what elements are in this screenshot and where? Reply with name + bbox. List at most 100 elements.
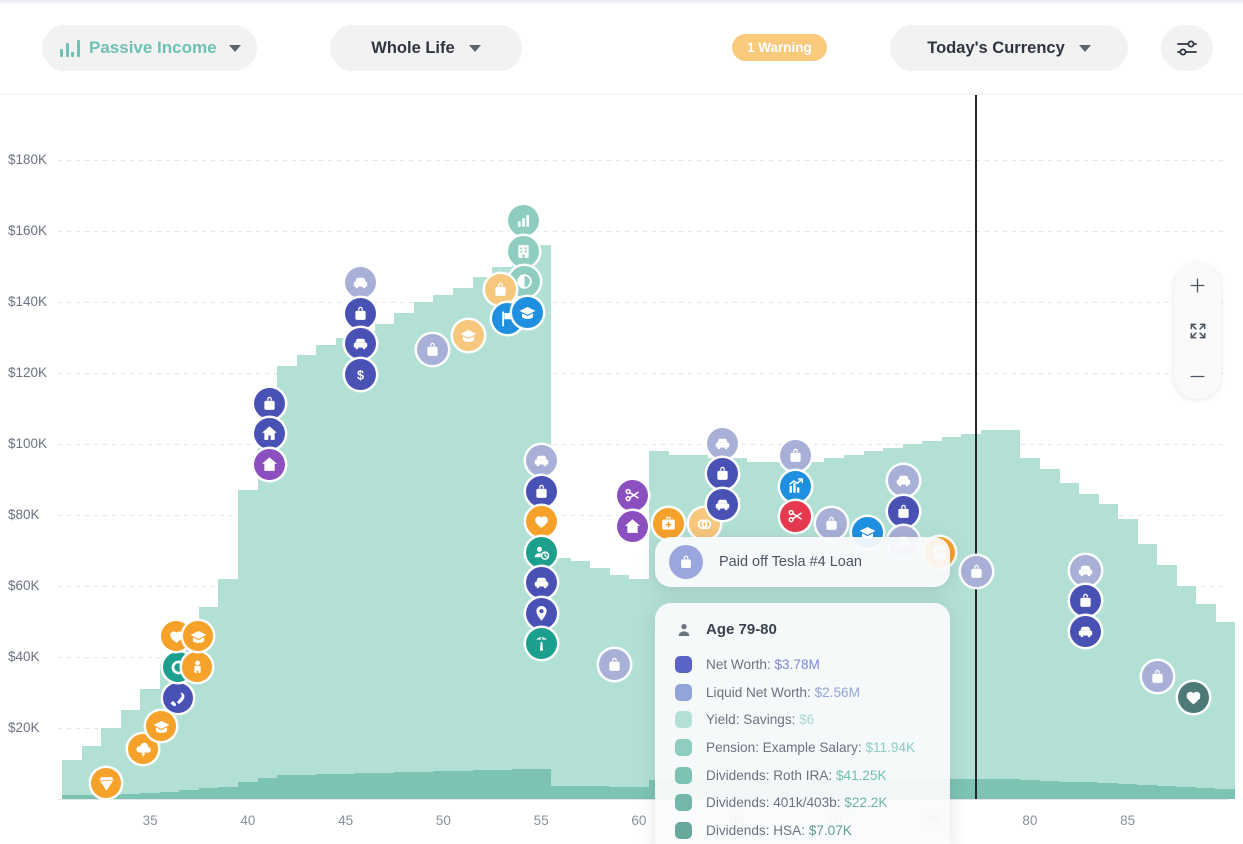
zoom-out-button[interactable]: [1178, 356, 1218, 396]
event-marker[interactable]: [961, 556, 992, 587]
event-marker[interactable]: [345, 267, 376, 298]
event-marker[interactable]: [1070, 555, 1101, 586]
settings-button[interactable]: [1161, 25, 1213, 71]
event-marker[interactable]: [526, 506, 557, 537]
currency-selector[interactable]: Today's Currency: [890, 25, 1128, 71]
event-marker[interactable]: [182, 652, 212, 682]
pin-icon: [532, 604, 551, 623]
bar[interactable]: [62, 760, 82, 799]
bar[interactable]: [551, 558, 571, 799]
bar[interactable]: [1098, 504, 1118, 799]
event-marker[interactable]: [888, 496, 919, 527]
fit-to-screen-button[interactable]: [1178, 311, 1218, 351]
bar[interactable]: [1040, 469, 1060, 799]
bar[interactable]: [433, 295, 453, 799]
bar[interactable]: [609, 575, 629, 799]
scenario-selector[interactable]: Whole Life: [330, 25, 522, 71]
legend-swatch: [675, 711, 692, 728]
bar-segment: [179, 790, 199, 799]
bar[interactable]: [414, 302, 434, 799]
bar-segment: [160, 792, 180, 799]
event-marker[interactable]: [617, 480, 648, 511]
event-marker[interactable]: [707, 428, 738, 459]
bar[interactable]: [453, 288, 473, 799]
bar[interactable]: [981, 430, 1001, 799]
chart-canvas[interactable]: $20K$40K$60K$80K$100K$120K$140K$160K$180…: [0, 95, 1243, 844]
bar-segment: [1098, 783, 1118, 799]
bar[interactable]: [1000, 430, 1020, 799]
bar-segment: [355, 773, 375, 799]
event-marker[interactable]: [1178, 682, 1209, 713]
zoom-in-button[interactable]: [1178, 266, 1218, 306]
event-marker[interactable]: $: [345, 359, 376, 390]
event-marker[interactable]: [254, 449, 285, 480]
event-marker[interactable]: [91, 768, 121, 798]
event-marker[interactable]: [1070, 616, 1101, 647]
bar[interactable]: [355, 331, 375, 799]
event-marker[interactable]: [254, 388, 285, 419]
event-marker[interactable]: [780, 501, 811, 532]
event-marker[interactable]: [512, 297, 543, 328]
event-marker[interactable]: [183, 621, 213, 651]
event-marker[interactable]: [254, 418, 285, 449]
bar[interactable]: [492, 267, 512, 799]
bar[interactable]: [570, 561, 590, 799]
event-marker[interactable]: [599, 649, 630, 680]
lock-bag-icon: [532, 482, 551, 501]
bar[interactable]: [590, 568, 610, 799]
event-marker[interactable]: [417, 334, 448, 365]
bar[interactable]: [1118, 519, 1138, 799]
detail-tooltip-row-text: Liquid Net Worth: $2.56M: [706, 685, 860, 700]
bar[interactable]: [1020, 458, 1040, 799]
home-icon: [260, 424, 279, 443]
bar[interactable]: [394, 313, 414, 799]
event-marker[interactable]: [888, 465, 919, 496]
event-marker[interactable]: [526, 537, 557, 568]
bar[interactable]: [375, 323, 395, 799]
event-marker[interactable]: [163, 683, 193, 713]
event-marker[interactable]: [816, 508, 847, 539]
bar[interactable]: [629, 579, 649, 799]
event-marker[interactable]: [526, 445, 557, 476]
warning-badge[interactable]: 1 Warning: [732, 34, 827, 61]
event-marker[interactable]: [1142, 661, 1173, 692]
detail-tooltip-row-text: Dividends: HSA: $7.07K: [706, 823, 852, 838]
bar[interactable]: [961, 433, 981, 799]
event-marker[interactable]: [780, 471, 811, 502]
event-marker[interactable]: [526, 628, 557, 659]
bar-segment: [277, 775, 297, 799]
bar-chart-icon: [60, 40, 80, 57]
bar[interactable]: [218, 579, 238, 799]
event-marker[interactable]: [1070, 585, 1101, 616]
event-marker[interactable]: [707, 489, 738, 520]
bar[interactable]: [238, 490, 258, 799]
event-marker[interactable]: [345, 328, 376, 359]
event-marker[interactable]: [508, 205, 539, 236]
bar[interactable]: [1215, 622, 1235, 799]
bar[interactable]: [336, 338, 356, 799]
event-marker[interactable]: [508, 236, 539, 267]
lock-bag-icon: [605, 655, 624, 674]
event-marker[interactable]: [453, 320, 484, 351]
event-marker[interactable]: [526, 598, 557, 629]
event-marker[interactable]: [345, 298, 376, 329]
bar-segment: [375, 773, 395, 799]
event-marker[interactable]: [526, 476, 557, 507]
bar-segment: [414, 772, 434, 799]
bar[interactable]: [316, 345, 336, 799]
bar[interactable]: [473, 277, 493, 799]
metric-selector[interactable]: Passive Income: [42, 25, 257, 71]
event-marker[interactable]: [617, 511, 648, 542]
person-clock-icon: [532, 543, 551, 562]
event-marker[interactable]: [146, 711, 176, 741]
lock-bag-icon: [1148, 667, 1167, 686]
event-marker[interactable]: [780, 440, 811, 471]
event-marker[interactable]: [485, 274, 516, 305]
car-icon: [351, 273, 370, 292]
legend-swatch: [675, 794, 692, 811]
event-marker[interactable]: [526, 567, 557, 598]
zoom-controls[interactable]: [1174, 263, 1221, 399]
event-marker[interactable]: [707, 458, 738, 489]
event-marker[interactable]: [653, 508, 684, 539]
bar[interactable]: [297, 355, 317, 799]
